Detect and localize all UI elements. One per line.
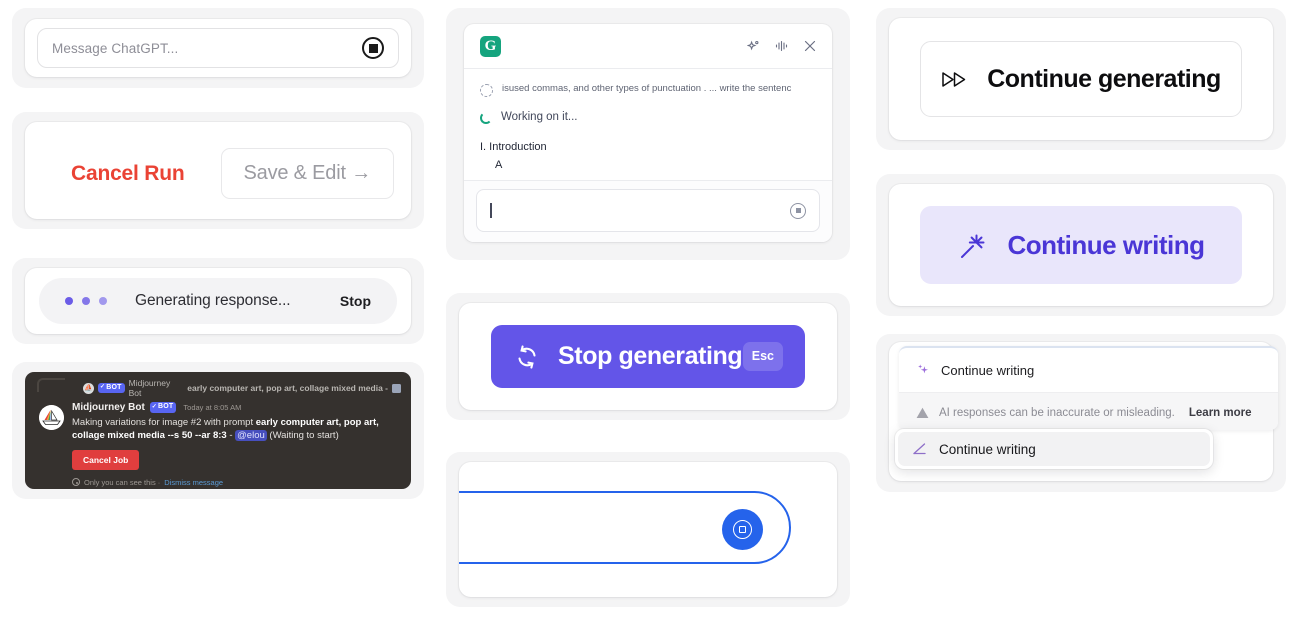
sparkle-icon[interactable] <box>747 40 760 53</box>
continue-writing-surface: Continue writing <box>889 184 1273 306</box>
grammarly-suggestion-row[interactable]: isused commas, and other types of punctu… <box>480 83 816 97</box>
ai-disclaimer-row: AI responses can be inaccurate or mislea… <box>899 392 1278 430</box>
grammarly-logo-icon: G <box>480 35 501 57</box>
save-and-edit-button[interactable]: Save & Edit → <box>220 148 394 199</box>
cancel-run-card: Cancel Run Save & Edit → <box>12 112 424 229</box>
bot-badge: ✓ BOT <box>149 402 177 413</box>
chatgpt-input-placeholder: Message ChatGPT... <box>52 40 179 56</box>
continue-writing-menu-panel: Continue writing AI responses can be ina… <box>899 346 1278 430</box>
waveform-icon[interactable] <box>775 40 789 52</box>
stop-square-icon[interactable] <box>790 202 806 219</box>
close-icon[interactable] <box>804 40 816 52</box>
stop-generating-card: Stop generating Esc <box>446 293 850 420</box>
stop-generating-button[interactable]: Stop generating Esc <box>491 325 805 388</box>
spinner-icon <box>480 112 492 124</box>
menu-item-label: Continue writing <box>941 362 1035 378</box>
ai-disclaimer-text: AI responses can be inaccurate or mislea… <box>939 406 1175 419</box>
angle-pen-icon <box>912 442 927 456</box>
grammarly-footer <box>464 180 832 242</box>
discord-message-surface: ⛵ ✓ BOT Midjourney Bot early computer ar… <box>25 372 411 489</box>
warning-icon <box>916 407 929 419</box>
stop-square-icon[interactable] <box>722 509 763 550</box>
avatar <box>39 405 64 430</box>
sparkles-icon <box>916 363 930 377</box>
outline-line: A <box>495 159 503 172</box>
overlay-item-continue-writing[interactable]: Continue writing <box>898 432 1210 466</box>
message-timestamp: Today at 8:05 AM <box>183 403 242 412</box>
grammarly-outline: I. Introduction A <box>480 138 816 174</box>
ephemeral-text: Only you can see this · <box>84 477 161 487</box>
grammarly-panel: G isused commas, and other types of punc… <box>464 24 832 242</box>
grammarly-suggestion-text: isused commas, and other types of punctu… <box>502 83 792 94</box>
continue-writing-overlay-panel: Continue writing <box>895 429 1213 469</box>
discord-message-body: Midjourney Bot ✓ BOT Today at 8:05 AM Ma… <box>72 402 401 487</box>
grammarly-working-label: Working on it... <box>501 111 578 123</box>
generating-status-label: Generating response... <box>135 292 291 309</box>
loading-dots-icon <box>65 297 107 305</box>
discord-reply-preview[interactable]: ⛵ ✓ BOT Midjourney Bot early computer ar… <box>39 378 401 398</box>
cancel-run-surface: Cancel Run Save & Edit → <box>25 122 411 219</box>
screenshot-canvas: Message ChatGPT... Cancel Run Save & Edi… <box>0 0 1300 617</box>
continue-generating-label: Continue generating <box>987 64 1221 93</box>
grammarly-input-field[interactable] <box>476 189 820 232</box>
esc-shortcut-key: Esc <box>742 342 783 371</box>
continue-writing-menu-surface: Continue writing AI responses can be ina… <box>889 342 1278 481</box>
refresh-stop-icon <box>513 343 541 371</box>
cancel-run-button[interactable]: Cancel Run <box>69 156 187 192</box>
eye-icon <box>72 478 80 487</box>
verified-check-icon: ✓ <box>151 403 158 410</box>
chatgpt-composer-card: Message ChatGPT... <box>12 8 424 88</box>
generating-response-surface: Generating response... Stop <box>25 268 411 334</box>
grammarly-assistant-card: G isused commas, and other types of punc… <box>446 8 850 260</box>
grammarly-body: isused commas, and other types of punctu… <box>464 69 832 180</box>
message-trail: (Waiting to start) <box>266 430 339 442</box>
reply-avatar: ⛵ <box>83 382 94 394</box>
learn-more-link[interactable]: Learn more <box>1189 407 1252 419</box>
continue-generating-surface: Continue generating <box>889 18 1273 140</box>
chatgpt-input-field[interactable]: Message ChatGPT... <box>37 28 399 68</box>
image-icon <box>392 383 401 393</box>
text-caret <box>490 203 492 218</box>
continue-generating-button[interactable]: Continue generating <box>920 41 1242 117</box>
ephemeral-footer: Only you can see this · Dismiss message <box>72 478 401 487</box>
verified-check-icon: ✓ <box>100 384 106 391</box>
dismiss-message-link[interactable]: Dismiss message <box>164 478 223 487</box>
discord-midjourney-card: ⛵ ✓ BOT Midjourney Bot early computer ar… <box>12 362 424 499</box>
continue-writing-button[interactable]: Continue writing <box>920 206 1242 284</box>
message-author-name: Midjourney Bot <box>72 402 145 413</box>
message-lead: Making variations for image #2 with prom… <box>72 417 256 428</box>
continue-writing-card: Continue writing <box>876 174 1286 316</box>
continue-generating-card: Continue generating <box>876 8 1286 150</box>
generating-response-pill: Generating response... Stop <box>39 278 397 324</box>
message-text: Making variations for image #2 with prom… <box>72 416 401 443</box>
continue-writing-label: Continue writing <box>1007 229 1205 260</box>
grammarly-header-actions <box>747 40 816 53</box>
outline-line: I. Introduction <box>480 141 547 153</box>
stop-generating-label: Stop generating <box>558 342 743 370</box>
menu-item-continue-writing[interactable]: Continue writing <box>899 348 1278 392</box>
blue-composer-card <box>446 452 850 607</box>
reply-author-name: Midjourney Bot <box>128 378 171 398</box>
discord-message-header: Midjourney Bot ✓ BOT Today at 8:05 AM <box>72 402 401 413</box>
grammarly-header: G <box>464 24 832 69</box>
generating-response-card: Generating response... Stop <box>12 258 424 344</box>
user-mention[interactable]: @elou <box>235 430 267 442</box>
fast-forward-icon <box>941 70 968 89</box>
reply-text: early computer art, pop art, collage mix… <box>187 383 388 393</box>
grammarly-working-row: Working on it... <box>480 111 816 124</box>
stop-generating-surface: Stop generating Esc <box>459 303 837 410</box>
continue-writing-menu-card: Continue writing AI responses can be ina… <box>876 334 1286 492</box>
magic-wand-icon <box>957 229 989 261</box>
overlay-item-label: Continue writing <box>939 441 1036 457</box>
bot-badge: ✓ BOT <box>98 382 125 394</box>
cancel-job-button[interactable]: Cancel Job <box>72 449 140 470</box>
message-dash: - <box>226 430 236 442</box>
cancel-run-actions: Cancel Run Save & Edit → <box>25 148 411 199</box>
blue-composer-surface <box>459 462 837 597</box>
stop-square-icon[interactable] <box>362 37 384 59</box>
dashed-circle-icon <box>480 84 493 97</box>
chatgpt-composer-surface: Message ChatGPT... <box>25 19 411 77</box>
stop-button[interactable]: Stop <box>340 293 371 309</box>
